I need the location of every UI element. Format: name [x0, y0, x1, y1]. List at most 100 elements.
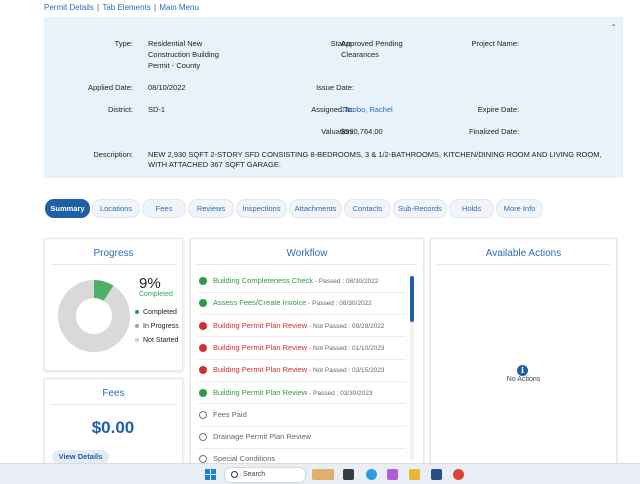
type-value-3: Permit - County [148, 61, 201, 70]
fees-title: Fees [102, 388, 125, 399]
legend-not-started-label: Not Started [143, 337, 179, 344]
finalized-date-label: Finalized Date: [468, 127, 519, 136]
description-line-1: NEW 2,930 SQFT 2-STORY SFD CONSISTING 8-… [148, 150, 602, 159]
legend-dot-in-progress [135, 324, 139, 329]
tab-summary[interactable]: Summary [45, 199, 90, 218]
fees-amount: $0.00 [91, 418, 135, 437]
tab-fees[interactable]: Fees [142, 199, 186, 218]
permit-details-link[interactable]: Permit Details [44, 3, 94, 12]
check-circle-icon [199, 388, 207, 397]
applied-date-value: 08/10/2022 [148, 83, 186, 92]
progress-donut-chart [58, 280, 130, 352]
chrome-browser-icon[interactable] [453, 469, 464, 480]
collapse-icon[interactable]: ⌃ [610, 23, 617, 33]
legend-in-progress: In Progress [135, 323, 179, 330]
tab-elements-link[interactable]: Tab Elements [102, 3, 150, 12]
workflow-item-status: - Not Passed : 03/15/2023 [307, 367, 385, 375]
edge-browser-icon[interactable] [366, 469, 377, 480]
tab-sub-records[interactable]: Sub-Records [393, 199, 447, 218]
workflow-scroll-thumb[interactable] [410, 276, 414, 322]
progress-percent: 9% [139, 275, 161, 292]
tab-reviews[interactable]: Reviews [188, 199, 234, 218]
status-value-2: Clearances [341, 50, 379, 59]
taskbar-search-input[interactable]: Search [224, 467, 306, 483]
workflow-item[interactable]: Building Permit Plan Review - Not Passed… [199, 337, 404, 359]
workflow-item-status-text: Passed : 03/30/2023 [313, 389, 373, 397]
workflow-item[interactable]: Building Permit Plan Review - Passed : 0… [199, 382, 404, 404]
workflow-item-name: Assess Fees/Create Invoice [213, 298, 307, 308]
workflow-item[interactable]: Assess Fees/Create Invoice - Passed : 08… [199, 292, 404, 314]
legend-completed-label: Completed [143, 309, 177, 316]
district-value: SD-1 [148, 105, 166, 114]
store-icon[interactable] [431, 469, 442, 480]
workflow-title: Workflow [286, 248, 328, 259]
empty-circle-icon [199, 410, 207, 419]
workflow-item-name: Building Completeness Check [213, 276, 314, 285]
legend-in-progress-label: In Progress [143, 323, 179, 330]
workflow-item-name: Building Permit Plan Review [213, 342, 308, 352]
type-value-2: Construction Building [148, 50, 219, 59]
project-name-label: Project Name: [471, 39, 519, 48]
available-actions-card: Available Actions [430, 238, 617, 470]
issue-date-label: Issue Date: [316, 83, 354, 92]
workflow-item-name: Building Permit Plan Review [213, 365, 308, 375]
task-view-icon[interactable] [343, 469, 354, 480]
tab-holds[interactable]: Holds [449, 199, 494, 218]
tab-attachments[interactable]: Attachments [289, 199, 342, 218]
workflow-item-status: - Not Passed : 09/29/2022 [307, 322, 385, 330]
workflow-item-status-text: Passed : 08/30/2022 [312, 300, 372, 308]
breadcrumb: Permit Details | Tab Elements | Main Men… [44, 3, 199, 12]
windows-start-icon[interactable] [205, 469, 216, 480]
workflow-item-status-text: Not Passed : 01/10/2023 [313, 344, 385, 352]
district-label: District: [108, 105, 133, 114]
view-details-button[interactable]: View Details [52, 450, 109, 464]
legend-completed: Completed [135, 309, 177, 316]
workflow-item-status: - Passed : 08/30/2022 [313, 278, 379, 285]
workflow-item-status-text: Passed : 08/30/2022 [318, 278, 379, 285]
workflow-item-status: - Passed : 08/30/2022 [306, 300, 372, 308]
workflow-item-status: - Passed : 03/30/2023 [307, 389, 373, 397]
alert-circle-icon [199, 321, 207, 330]
progress-percent-label: Completed [139, 291, 173, 298]
weather-widget-icon[interactable] [312, 469, 334, 480]
type-label: Type: [114, 39, 133, 48]
workflow-item[interactable]: Building Permit Plan Review - Not Passed… [199, 315, 404, 337]
workflow-item-status-text: Not Passed : 09/29/2022 [313, 322, 385, 330]
copilot-icon[interactable] [387, 469, 398, 480]
legend-dot-not-started [135, 338, 139, 343]
legend-dot-completed [135, 310, 139, 315]
type-value-1: Residential New [148, 39, 203, 48]
workflow-item[interactable]: Building Permit Plan Review - Not Passed… [199, 359, 404, 381]
assigned-to-link[interactable]: Jacobo, Rachel [341, 105, 393, 115]
check-circle-icon [199, 299, 207, 308]
alert-circle-icon [199, 366, 207, 375]
workflow-item[interactable]: Drainage Permit Plan Review [199, 426, 404, 448]
file-explorer-icon[interactable] [409, 469, 420, 480]
info-icon: i [517, 365, 528, 376]
valuation-value: $590,764.00 [341, 127, 383, 136]
description-line-2: WITH ATTACHED 367 SQFT GARAGE. [148, 160, 281, 169]
main-menu-link[interactable]: Main Menu [159, 3, 199, 12]
check-circle-icon [199, 277, 207, 285]
permit-details-panel: ⌃ Type: Residential New Construction Bui… [44, 17, 623, 178]
workflow-item-name: Fees Paid [213, 409, 247, 419]
search-icon [231, 471, 238, 478]
workflow-item-status: - Not Passed : 01/10/2023 [307, 344, 385, 352]
workflow-item-status-text: Not Passed : 03/15/2023 [313, 367, 385, 375]
expire-date-label: Expire Date: [477, 105, 519, 114]
tab-inspections[interactable]: Inspections [236, 199, 287, 218]
workflow-item[interactable]: Fees Paid [199, 404, 404, 426]
tab-locations[interactable]: Locations [92, 199, 140, 218]
workflow-item[interactable]: Building Completeness Check - Passed : 0… [199, 270, 404, 292]
alert-circle-icon [199, 343, 207, 352]
search-placeholder: Search [243, 471, 266, 478]
applied-date-label: Applied Date: [87, 83, 133, 92]
description-label: Description: [93, 150, 133, 159]
status-value-1: Approved Pending [341, 39, 403, 48]
no-actions-text: No Actions [506, 376, 541, 383]
workflow-item-name: Drainage Permit Plan Review [213, 432, 311, 442]
taskbar: Search [0, 463, 640, 484]
empty-circle-icon [199, 433, 207, 442]
tab-more-info[interactable]: More Info [496, 199, 543, 218]
tab-contacts[interactable]: Contacts [344, 199, 391, 218]
